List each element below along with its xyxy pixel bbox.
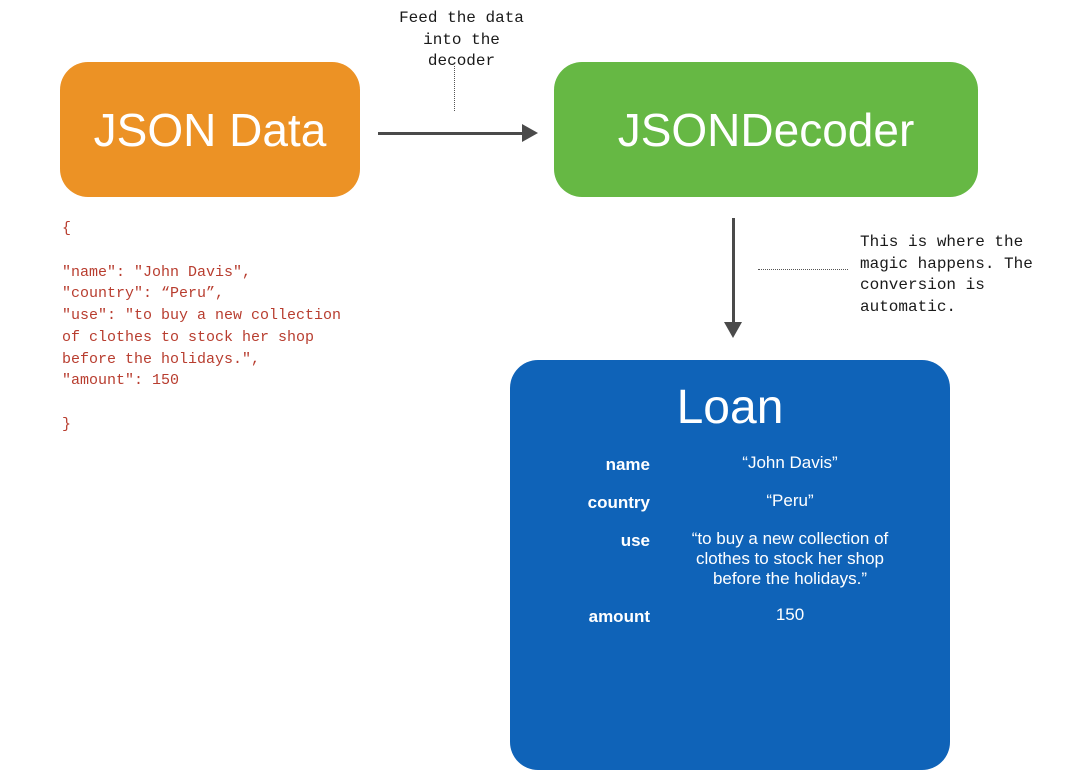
loan-key: use (540, 529, 680, 589)
json-decoder-box: JSONDecoder (554, 62, 978, 197)
loan-key: country (540, 491, 680, 513)
loan-val: “Peru” (680, 491, 920, 513)
loan-val: “to buy a new collection of clothes to s… (680, 529, 920, 589)
code-line: } (62, 414, 362, 436)
loan-row-amount: amount 150 (540, 605, 920, 627)
loan-key: amount (540, 605, 680, 627)
json-data-box: JSON Data (60, 62, 360, 197)
code-line: "country": “Peru”, (62, 283, 362, 305)
json-data-label: JSON Data (94, 103, 327, 157)
loan-row-country: country “Peru” (540, 491, 920, 513)
dotted-connector-feed (454, 66, 455, 111)
loan-row-name: name “John Davis” (540, 453, 920, 475)
annotation-magic: This is where the magic happens. The con… (860, 232, 1045, 318)
annotation-feed: Feed the data into the decoder (394, 8, 529, 73)
loan-key: name (540, 453, 680, 475)
json-decoder-label: JSONDecoder (618, 103, 915, 157)
code-line: "use": "to buy a new collection of cloth… (62, 305, 362, 370)
json-code-block: { "name": "John Davis", "country": “Peru… (62, 218, 362, 436)
loan-val: 150 (680, 605, 920, 627)
loan-val: “John Davis” (680, 453, 920, 475)
dotted-connector-magic (758, 269, 848, 270)
arrow-json-to-decoder (378, 124, 538, 144)
loan-title: Loan (540, 380, 920, 435)
code-line: "amount": 150 (62, 370, 362, 392)
code-line: "name": "John Davis", (62, 262, 362, 284)
loan-row-use: use “to buy a new collection of clothes … (540, 529, 920, 589)
loan-box: Loan name “John Davis” country “Peru” us… (510, 360, 950, 770)
arrow-decoder-to-loan (724, 218, 744, 338)
code-line: { (62, 218, 362, 240)
